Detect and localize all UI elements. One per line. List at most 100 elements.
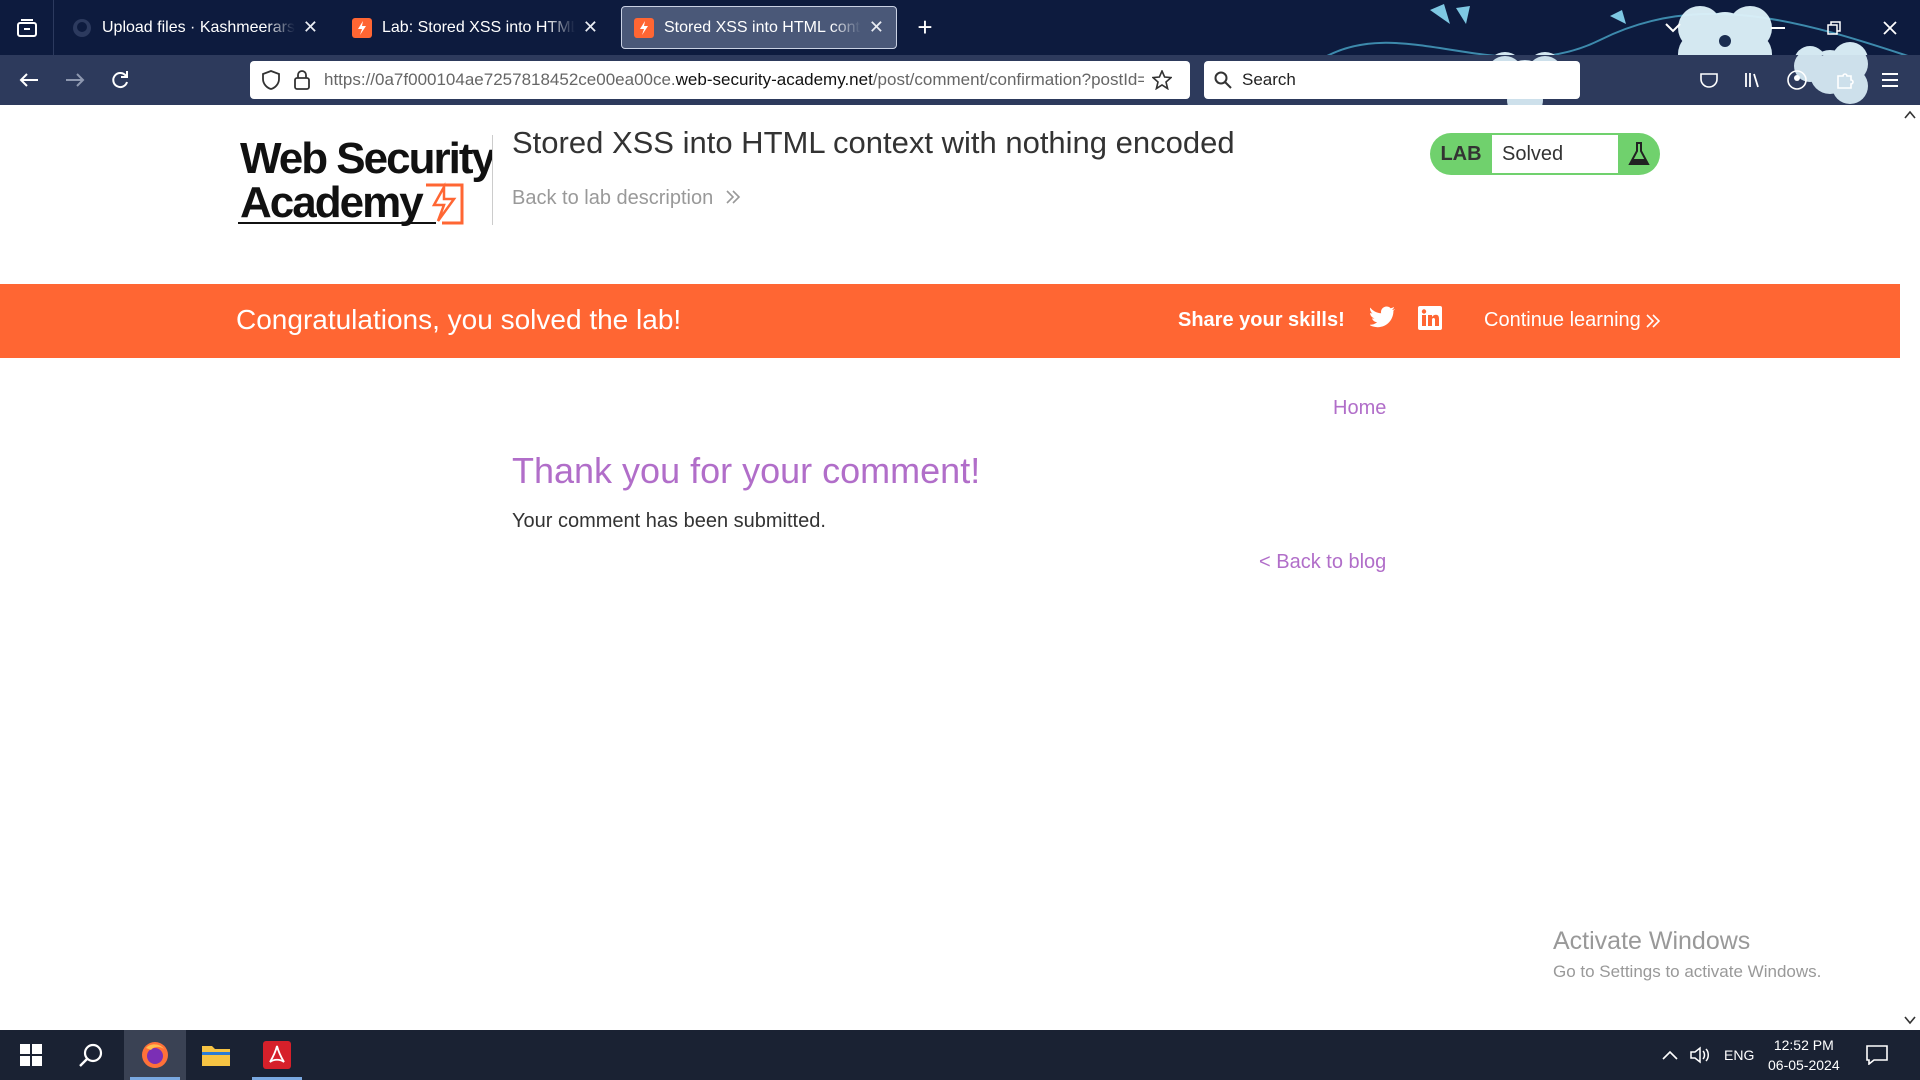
lab-tag: LAB bbox=[1440, 142, 1482, 165]
language-label: ENG bbox=[1724, 1047, 1755, 1063]
close-tab-icon[interactable]: ✕ bbox=[869, 17, 884, 38]
chevron-up-icon bbox=[1662, 1050, 1678, 1060]
web-security-academy-logo[interactable]: Web Security Academy bbox=[236, 129, 498, 229]
tab-title: Lab: Stored XSS into HTML cont bbox=[382, 18, 575, 36]
page-scrollbar[interactable] bbox=[1900, 105, 1920, 1030]
double-chevron-right-icon bbox=[726, 190, 740, 204]
list-all-tabs-button[interactable] bbox=[1645, 0, 1701, 55]
web-page: Web Security Academy Stored XSS into HTM… bbox=[0, 105, 1900, 1030]
share-your-skills-label: Share your skills! bbox=[1178, 309, 1345, 331]
back-to-lab-description-link[interactable]: Back to lab description bbox=[512, 187, 741, 210]
confirmation-message: Your comment has been submitted. bbox=[512, 510, 826, 532]
address-bar[interactable]: https://0a7f000104ae7257818452ce00ea00ce… bbox=[250, 61, 1190, 99]
lab-status-value: Solved bbox=[1492, 135, 1618, 173]
adobe-acrobat-icon bbox=[263, 1041, 291, 1069]
watermark-subtitle: Go to Settings to activate Windows. bbox=[1553, 962, 1822, 981]
system-clock[interactable]: 12:52 PM 06-05-2024 bbox=[1768, 1035, 1840, 1075]
tab-upload-files[interactable]: Upload files · Kashmeerars/Kash ✕ bbox=[60, 6, 330, 49]
portswigger-icon bbox=[352, 17, 372, 38]
portswigger-icon bbox=[634, 17, 654, 38]
restore-icon bbox=[1827, 20, 1841, 35]
tab-stored-xss-active[interactable]: Stored XSS into HTML context w ✕ bbox=[621, 6, 897, 49]
tracking-protection-shield-icon[interactable] bbox=[262, 70, 280, 90]
confirmation-heading: Thank you for your comment! bbox=[512, 450, 981, 491]
search-bar[interactable]: Search bbox=[1204, 61, 1580, 99]
volume-button[interactable] bbox=[1690, 1030, 1712, 1080]
taskbar-adobe-acrobat[interactable] bbox=[246, 1030, 308, 1080]
close-window-button[interactable] bbox=[1862, 0, 1918, 55]
account-icon bbox=[1787, 70, 1807, 90]
bookmark-star-icon[interactable] bbox=[1152, 70, 1172, 90]
puzzle-icon bbox=[1837, 73, 1854, 89]
double-chevron-right-icon bbox=[1646, 313, 1660, 328]
minimize-button[interactable] bbox=[1750, 0, 1806, 55]
new-tab-button[interactable]: + bbox=[910, 12, 940, 42]
clock-date: 06-05-2024 bbox=[1768, 1057, 1840, 1073]
scroll-up-arrow-icon[interactable] bbox=[1904, 109, 1916, 121]
close-icon bbox=[1883, 20, 1897, 35]
pocket-icon bbox=[1700, 73, 1718, 88]
tab-title: Upload files · Kashmeerars/Kash bbox=[102, 18, 295, 36]
account-button[interactable] bbox=[1780, 63, 1814, 97]
tab-title: Stored XSS into HTML context w bbox=[664, 18, 861, 36]
app-menu-button[interactable] bbox=[1873, 63, 1907, 97]
activate-windows-watermark: Activate Windows Go to Settings to activ… bbox=[1553, 927, 1821, 982]
back-to-lab-description-label: Back to lab description bbox=[512, 187, 714, 209]
notifications-button[interactable] bbox=[1866, 1030, 1888, 1080]
continue-learning-link[interactable]: Continue learning bbox=[1484, 309, 1661, 332]
back-button[interactable] bbox=[12, 63, 46, 97]
svg-text:Web Security: Web Security bbox=[240, 134, 492, 183]
url-text[interactable]: https://0a7f000104ae7257818452ce00ea00ce… bbox=[324, 70, 1144, 90]
pocket-button[interactable] bbox=[1692, 63, 1726, 97]
reload-button[interactable] bbox=[103, 63, 137, 97]
taskbar-file-explorer[interactable] bbox=[185, 1030, 247, 1080]
scroll-down-arrow-icon[interactable] bbox=[1904, 1014, 1916, 1026]
minimize-icon bbox=[1771, 26, 1785, 29]
tab-list-button[interactable] bbox=[0, 0, 54, 55]
home-link[interactable]: Home bbox=[1333, 397, 1386, 420]
close-tab-icon[interactable]: ✕ bbox=[583, 17, 598, 38]
congratulations-message: Congratulations, you solved the lab! bbox=[236, 304, 682, 335]
lock-icon[interactable] bbox=[294, 70, 310, 90]
header-divider bbox=[492, 135, 493, 225]
windows-taskbar: ENG 12:52 PM 06-05-2024 bbox=[0, 1030, 1920, 1080]
lab-title: Stored XSS into HTML context with nothin… bbox=[512, 125, 1235, 160]
forward-button[interactable] bbox=[58, 63, 92, 97]
twitter-icon bbox=[1369, 306, 1395, 328]
taskbar-firefox[interactable] bbox=[124, 1030, 186, 1080]
restore-button[interactable] bbox=[1806, 0, 1862, 55]
chevron-down-icon bbox=[1665, 22, 1681, 32]
twitter-share-button[interactable] bbox=[1369, 306, 1396, 333]
linkedin-icon bbox=[1418, 306, 1442, 330]
language-indicator[interactable]: ENG bbox=[1724, 1030, 1754, 1080]
tab-lab-description[interactable]: Lab: Stored XSS into HTML cont ✕ bbox=[340, 6, 610, 49]
search-icon bbox=[1214, 71, 1232, 89]
tab-bar: Upload files · Kashmeerars/Kash ✕ Lab: S… bbox=[0, 0, 1920, 55]
start-button[interactable] bbox=[0, 1030, 62, 1080]
taskbar-search-button[interactable] bbox=[60, 1030, 122, 1080]
back-to-blog-link[interactable]: < Back to blog bbox=[1259, 551, 1386, 574]
flask-icon bbox=[1618, 133, 1660, 175]
arrow-right-icon bbox=[66, 73, 85, 87]
continue-learning-label: Continue learning bbox=[1484, 309, 1641, 331]
lab-status-badge: LAB Solved bbox=[1430, 133, 1660, 175]
tab-list-icon bbox=[16, 18, 37, 37]
solved-banner: Congratulations, you solved the lab! Sha… bbox=[0, 284, 1900, 358]
close-tab-icon[interactable]: ✕ bbox=[303, 17, 318, 38]
url-prefix: https://0a7f000104ae7257818452ce00ea00ce… bbox=[324, 70, 676, 89]
github-icon bbox=[73, 18, 91, 37]
windows-logo-icon bbox=[20, 1044, 42, 1066]
arrow-left-icon bbox=[19, 73, 38, 87]
library-button[interactable] bbox=[1736, 63, 1770, 97]
folder-icon bbox=[202, 1046, 230, 1066]
show-hidden-icons-button[interactable] bbox=[1662, 1030, 1678, 1080]
clock-time: 12:52 PM bbox=[1773, 1037, 1834, 1053]
linkedin-share-button[interactable] bbox=[1418, 306, 1442, 335]
firefox-icon bbox=[142, 1042, 168, 1068]
reload-icon bbox=[112, 71, 128, 89]
extensions-button[interactable] bbox=[1828, 63, 1862, 97]
svg-text:Academy: Academy bbox=[240, 178, 424, 227]
speaker-icon bbox=[1690, 1046, 1709, 1064]
search-placeholder: Search bbox=[1242, 70, 1296, 89]
navigation-toolbar: https://0a7f000104ae7257818452ce00ea00ce… bbox=[0, 55, 1920, 105]
